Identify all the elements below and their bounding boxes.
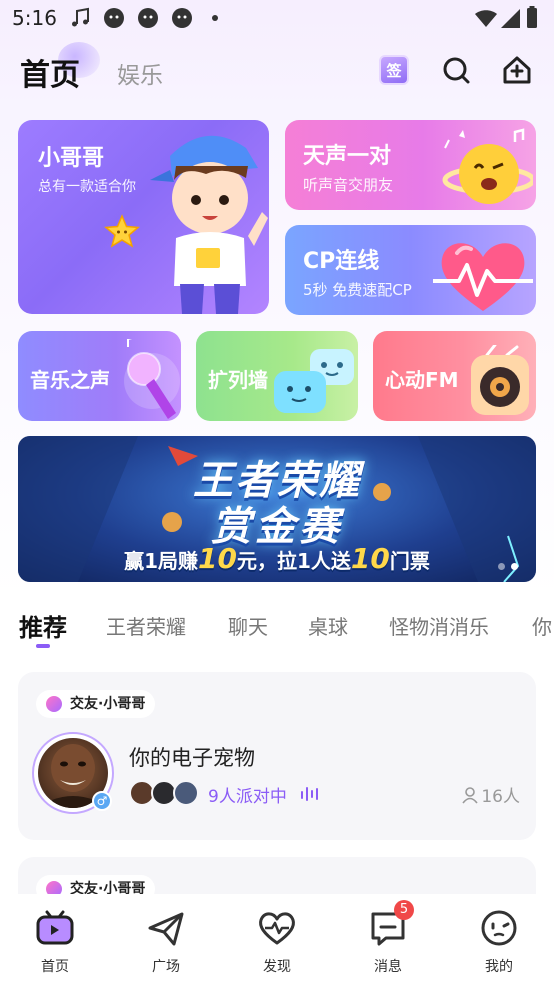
- banner-sub-text: 门票: [389, 549, 430, 573]
- radio-speaker-illustration: [471, 345, 529, 415]
- category-tab-billiards[interactable]: 桌球: [308, 611, 348, 640]
- face-icon: [479, 908, 519, 948]
- bottom-nav-label: 我的: [485, 959, 513, 975]
- category-tab-next[interactable]: 你: [532, 611, 552, 640]
- active-tab-indicator: [36, 644, 50, 648]
- category-tab-monster-match[interactable]: 怪物消消乐: [389, 611, 489, 640]
- bottom-nav-label: 消息: [374, 959, 402, 975]
- card-tiansheng-yidui[interactable]: 天声一对 听声音交朋友: [285, 120, 536, 210]
- card-title: 天声一对: [303, 144, 392, 169]
- card-title: 音乐之声: [30, 368, 110, 392]
- tab-entertainment[interactable]: 娱乐: [117, 56, 163, 90]
- banner-dot-active: [511, 563, 518, 570]
- bottom-nav-label: 发现: [263, 959, 291, 975]
- status-bar: 5:16: [0, 0, 554, 36]
- chat-bubbles-illustration: [274, 349, 354, 413]
- category-tab-honor-of-kings[interactable]: 王者荣耀: [106, 611, 186, 640]
- bottom-nav-me[interactable]: 我的: [459, 908, 539, 976]
- bottom-nav-label: 首页: [41, 959, 69, 975]
- star-icon: [104, 214, 140, 248]
- participant-avatars: [129, 780, 201, 806]
- app-notification-icon: [104, 8, 124, 28]
- bottom-nav-label: 广场: [152, 959, 180, 975]
- audio-wave-icon: [301, 787, 318, 801]
- calendar-sign-icon: 签: [379, 55, 409, 85]
- message-icon: 5: [368, 900, 414, 948]
- more-notifications-dot: [212, 15, 218, 21]
- create-room-button[interactable]: [499, 52, 535, 88]
- heart-pulse-icon: [257, 908, 297, 948]
- banner-sub-highlight: 10: [198, 542, 237, 575]
- card-cp-lianxian[interactable]: CP连线 5秒 免费速配CP: [285, 225, 536, 315]
- bottom-nav-square[interactable]: 广场: [126, 908, 206, 976]
- category-tabs: 推荐 王者荣耀 聊天 桌球 怪物消消乐 你: [0, 603, 554, 653]
- card-title: CP连线: [303, 249, 380, 274]
- card-music[interactable]: 音乐之声: [18, 331, 181, 421]
- app-notification-icon: [138, 8, 158, 28]
- music-note-icon: [72, 7, 89, 27]
- boy-character-illustration: [150, 135, 268, 314]
- signal-icon: [501, 9, 520, 28]
- card-heartbeat-fm[interactable]: 心动FM: [373, 331, 536, 421]
- room-tag: 交友·小哥哥: [36, 690, 156, 718]
- bottom-nav-messages[interactable]: 5 消息: [348, 900, 428, 976]
- card-title: 小哥哥: [38, 146, 105, 171]
- card-subtitle: 总有一款适合你: [38, 179, 136, 195]
- card-xiaogege[interactable]: 小哥哥 总有一款适合你: [18, 120, 269, 314]
- participant-avatar: [173, 780, 199, 806]
- card-expand-wall[interactable]: 扩列墙: [196, 331, 358, 421]
- search-button[interactable]: [438, 52, 474, 88]
- top-nav: 首页 娱乐 签: [0, 40, 554, 100]
- room-title: 你的电子宠物: [129, 746, 255, 770]
- bottom-nav-home[interactable]: 首页: [15, 908, 95, 976]
- people-count-label: 16人: [481, 787, 520, 807]
- wifi-icon: [475, 10, 497, 27]
- banner-sub-text: 元，拉1人送: [237, 549, 351, 573]
- singing-planet-illustration: [442, 128, 533, 204]
- paper-plane-icon: [146, 908, 186, 948]
- people-count: 16人: [462, 782, 520, 807]
- person-icon: [462, 787, 478, 804]
- room-card[interactable]: 交友·小哥哥 ♂ 你的电子宠物 9人派对中 16人: [18, 672, 536, 840]
- bottom-nav: 首页 广场 发现 5 消息 我的: [0, 894, 554, 984]
- tv-home-icon: [35, 908, 75, 948]
- unread-badge: 5: [394, 900, 414, 920]
- party-status: 9人派对中: [208, 787, 287, 807]
- banner-pagination: [498, 563, 518, 570]
- battery-icon: [527, 6, 537, 28]
- tab-home[interactable]: 首页: [20, 50, 80, 94]
- card-subtitle: 听声音交朋友: [303, 176, 394, 194]
- card-subtitle: 5秒 免费速配CP: [303, 281, 412, 299]
- banner-sub-text: 赢1局赚: [124, 549, 199, 573]
- room-tag-label: 交友·小哥哥: [70, 696, 146, 712]
- bottom-nav-discover[interactable]: 发现: [237, 908, 317, 976]
- gender-male-badge: ♂: [92, 791, 112, 811]
- category-tab-chat[interactable]: 聊天: [228, 611, 268, 640]
- tag-icon: [46, 696, 62, 712]
- card-title: 扩列墙: [208, 368, 268, 392]
- category-tab-recommend[interactable]: 推荐: [19, 608, 67, 643]
- card-title: 心动FM: [385, 368, 459, 392]
- banner-subtitle: 赢1局赚10元，拉1人送10门票: [18, 542, 536, 575]
- banner-dot: [498, 563, 505, 570]
- microphone-illustration: [124, 339, 180, 419]
- banner-sub-highlight: 10: [350, 542, 390, 575]
- home-plus-icon: [503, 56, 531, 84]
- app-notification-icon: [172, 8, 192, 28]
- heart-pulse-illustration: [433, 243, 533, 311]
- promo-banner[interactable]: 王者荣耀 赏金赛 赢1局赚10元，拉1人送10门票: [18, 436, 536, 582]
- sign-in-button[interactable]: 签: [376, 52, 412, 88]
- search-icon: [443, 57, 470, 84]
- status-time: 5:16: [12, 6, 57, 30]
